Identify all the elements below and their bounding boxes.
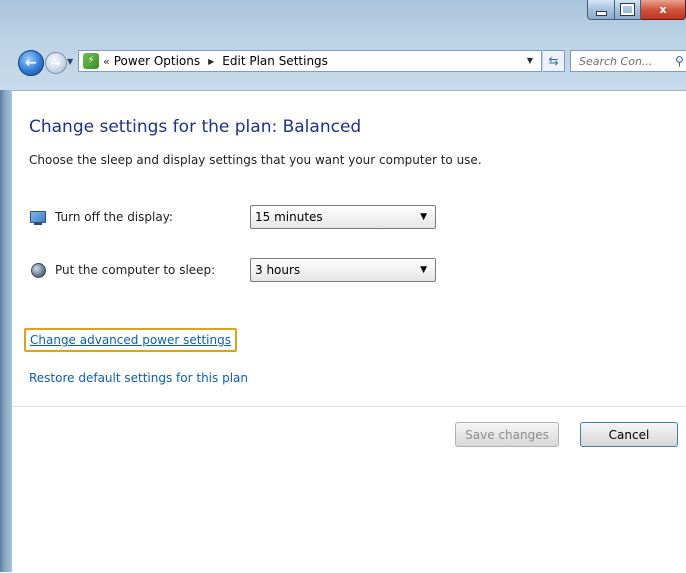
sleep-timeout-value: 3 hours (255, 263, 301, 277)
back-arrow-icon: ← (25, 55, 37, 71)
sleep-setting-label: Put the computer to sleep: (55, 263, 216, 277)
display-setting-label: Turn off the display: (55, 210, 173, 224)
refresh-icon: ⇆ (548, 54, 559, 68)
chevron-down-icon: ▼ (420, 265, 427, 275)
page-subtitle: Choose the sleep and display settings th… (29, 153, 482, 167)
minimize-icon (595, 10, 607, 16)
divider (12, 406, 686, 407)
breadcrumb-power-options[interactable]: Power Options (114, 54, 200, 68)
caption-buttons: x (587, 0, 686, 20)
breadcrumb-arrow-icon[interactable]: ▶ (208, 57, 214, 66)
navigation-bar: ← → ▼ ⚡ « Power Options ▶ Edit Plan Sett… (0, 44, 686, 78)
monitor-icon-glyph (30, 211, 46, 225)
sleep-setting-row: Put the computer to sleep: 3 hours ▼ (29, 257, 436, 283)
display-timeout-value: 15 minutes (255, 210, 323, 224)
monitor-icon (29, 208, 47, 226)
sleep-timeout-dropdown[interactable]: 3 hours ▼ (250, 258, 436, 282)
chevron-down-icon: ▼ (67, 57, 74, 66)
recent-pages-button[interactable]: ▼ (67, 57, 73, 66)
restore-default-settings-link[interactable]: Restore default settings for this plan (29, 371, 248, 385)
sleep-moon-icon (29, 261, 47, 279)
content-panel: Change settings for the plan: Balanced C… (12, 90, 686, 573)
forward-arrow-icon: → (51, 56, 61, 70)
save-changes-button[interactable]: Save changes (455, 422, 559, 447)
maximize-button[interactable] (615, 0, 641, 20)
back-button[interactable]: ← (18, 50, 44, 76)
display-setting-row: Turn off the display: 15 minutes ▼ (29, 204, 436, 230)
close-icon: x (659, 3, 667, 16)
refresh-button[interactable]: ⇆ (543, 50, 565, 72)
address-bar[interactable]: ⚡ « Power Options ▶ Edit Plan Settings ▼ (78, 50, 542, 72)
maximize-icon (621, 4, 634, 15)
display-timeout-dropdown[interactable]: 15 minutes ▼ (250, 205, 436, 229)
search-box[interactable]: ⚲ (570, 50, 686, 72)
search-input[interactable] (577, 53, 671, 69)
breadcrumb-overflow[interactable]: « (103, 55, 110, 68)
chevron-down-icon: ▼ (420, 212, 427, 222)
close-button[interactable]: x (641, 0, 686, 20)
cancel-button[interactable]: Cancel (580, 422, 678, 447)
advanced-settings-highlight: Change advanced power settings (24, 328, 237, 352)
minimize-button[interactable] (587, 0, 615, 20)
change-advanced-power-settings-link[interactable]: Change advanced power settings (30, 333, 231, 347)
page-title: Change settings for the plan: Balanced (29, 117, 362, 137)
forward-button[interactable]: → (45, 52, 67, 74)
breadcrumb-edit-plan-settings[interactable]: Edit Plan Settings (222, 54, 328, 68)
window-title-bar: x ← → ▼ ⚡ « Power Options ▶ Edit Plan Se… (0, 0, 686, 90)
search-icon[interactable]: ⚲ (675, 54, 684, 68)
address-dropdown-icon[interactable]: ▼ (527, 56, 533, 65)
sleep-moon-icon-glyph (30, 262, 46, 278)
power-options-icon: ⚡ (83, 53, 99, 69)
